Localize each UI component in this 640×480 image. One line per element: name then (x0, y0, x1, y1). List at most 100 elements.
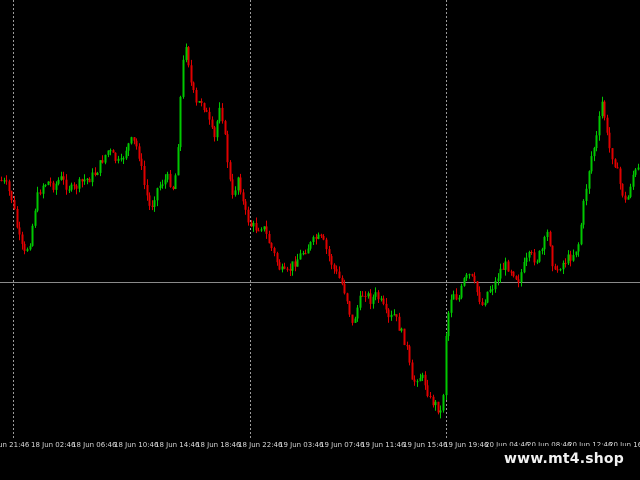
candle-bear (13, 200, 16, 209)
candle-bull (156, 188, 159, 201)
candle-bull (575, 251, 578, 256)
candle-bear (551, 245, 554, 267)
candle-bull (593, 148, 596, 157)
candle-bear (603, 101, 606, 118)
candle-bull (416, 381, 419, 383)
candle-bull (452, 294, 455, 300)
candle-bear (229, 162, 232, 180)
candle-bull (577, 244, 580, 252)
candle-bull (588, 171, 591, 189)
candle-bear (169, 173, 172, 187)
candle-bull (91, 172, 94, 183)
candle-bear (221, 107, 224, 122)
candle-bull (447, 312, 450, 337)
candle-bear (471, 274, 474, 276)
candle-bear (507, 261, 510, 272)
candle-bull (317, 234, 320, 239)
candlestick-chart-svg[interactable] (0, 0, 640, 450)
candle-bear (364, 296, 367, 297)
candle-bull (299, 253, 302, 260)
candle-bear (270, 243, 273, 249)
candle-bull (125, 150, 128, 159)
candle-bear (140, 158, 143, 166)
candle-bull (567, 254, 570, 264)
candle-bull (538, 250, 541, 262)
candle-bull (374, 292, 377, 297)
candle-bull (634, 169, 637, 175)
candle-bull (601, 101, 604, 116)
candle-bear (190, 65, 193, 83)
candle-bear (432, 396, 435, 406)
candle-bear (81, 179, 84, 182)
candle-bull (78, 179, 81, 189)
candle-bear (88, 178, 91, 183)
candle-bear (242, 192, 245, 202)
candle-bear (437, 401, 440, 413)
candle-bull (585, 188, 588, 201)
candle-bull (497, 278, 500, 281)
candle-bull (590, 156, 593, 172)
candle-bear (533, 252, 536, 263)
candle-bull (237, 177, 240, 191)
candle-bull (26, 249, 29, 251)
candle-bear (268, 234, 271, 244)
candle-bear (18, 227, 21, 235)
candle-bear (624, 195, 627, 200)
candle-bull (465, 274, 468, 279)
candle-bull (3, 180, 6, 182)
candle-bull (489, 289, 492, 292)
candle-bear (341, 277, 344, 284)
candle-bear (429, 396, 432, 397)
time-tick-label: 18 Jun 06:46 (72, 441, 117, 449)
candle-bull (198, 101, 201, 103)
candle-bear (276, 253, 279, 263)
watermark-text: www.mt4.shop (504, 451, 624, 467)
candle-bull (419, 378, 422, 382)
candle-bull (528, 252, 531, 258)
candle-bull (359, 295, 362, 308)
candle-bull (543, 237, 546, 250)
candle-bull (164, 179, 167, 185)
candle-bull (216, 121, 219, 138)
candle-bear (473, 275, 476, 282)
candle-bull (55, 183, 58, 190)
candle-bull (44, 184, 47, 186)
candle-bull (372, 296, 375, 304)
candle-bear (530, 252, 533, 253)
candle-bear (343, 284, 346, 294)
candle-bull (177, 147, 180, 176)
candle-bear (21, 234, 24, 244)
candle-bull (491, 289, 494, 291)
candle-bull (499, 268, 502, 279)
price-chart[interactable]: Jun 21:4618 Jun 02:4618 Jun 06:4618 Jun … (0, 0, 640, 450)
candle-bear (611, 148, 614, 160)
candle-bear (608, 132, 611, 149)
candle-bear (315, 237, 318, 239)
candle-bear (283, 266, 286, 269)
candle-bull (445, 336, 448, 396)
candle-bull (161, 184, 164, 186)
candle-bull (458, 297, 461, 300)
candle-bull (627, 196, 630, 200)
candle-bull (463, 278, 466, 286)
candle-bull (47, 181, 50, 185)
candle-bear (143, 166, 146, 185)
candle-bear (49, 181, 52, 183)
candle-bull (494, 281, 497, 290)
time-tick-label: 19 Jun 19:46 (444, 441, 489, 449)
candle-bear (135, 140, 138, 147)
candle-bear (265, 226, 268, 234)
candle-bear (476, 281, 479, 293)
candle-bear (569, 254, 572, 261)
candle-bear (408, 346, 411, 363)
candle-bull (380, 298, 383, 300)
candle-bull (309, 242, 312, 249)
candle-bear (208, 111, 211, 120)
candle-bull (174, 175, 177, 189)
candle-bull (291, 261, 294, 271)
candle-bear (549, 231, 552, 246)
candle-bear (112, 150, 115, 153)
candle-bull (580, 224, 583, 245)
candle-bear (192, 82, 195, 90)
candle-bull (234, 190, 237, 195)
